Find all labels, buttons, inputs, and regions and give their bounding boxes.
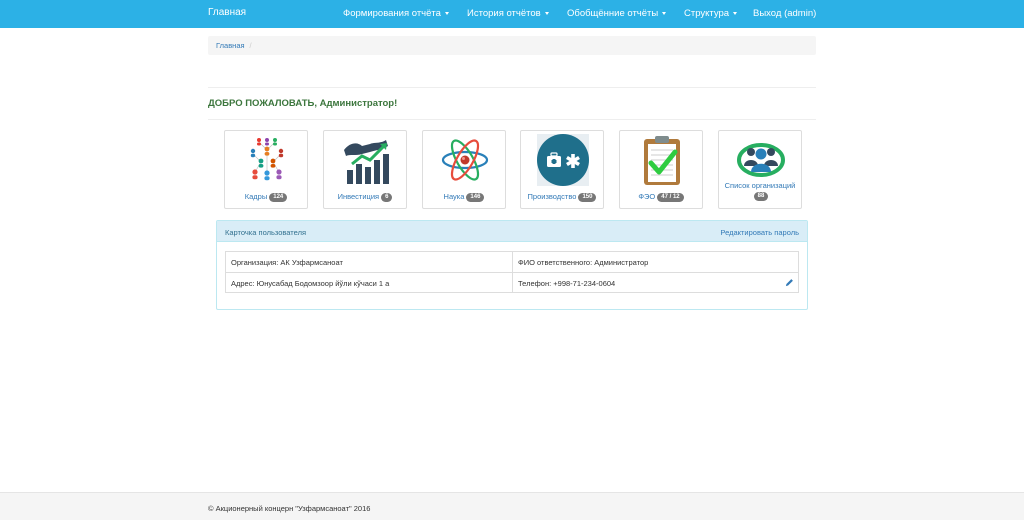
user-info-table: Организация: АК Узфармсаноат ФИО ответст… [225,251,799,293]
footer: © Акционерный концерн "Узфармсаноат" 201… [0,492,1024,520]
table-row: Организация: АК Узфармсаноат ФИО ответст… [226,252,798,272]
nav-logout[interactable]: Выход (admin) [753,8,816,19]
tile-production-count: 150 [578,193,597,202]
phone-text: Телефон: +998-71-234-0604 [518,279,616,288]
nav-structure-label: Структура [684,8,730,19]
tile-staff-label: Кадры [244,192,268,201]
breadcrumb-separator: / [249,41,252,50]
tile-science[interactable]: Наука 146 [422,130,506,209]
pencil-icon[interactable] [785,278,794,287]
user-card-title: Карточка пользователя [225,228,307,237]
tile-investment-label: Инвестиция [337,192,380,201]
user-card-panel: Карточка пользователя Редактировать паро… [216,220,808,310]
tile-production-label: Производство [527,192,577,201]
user-card-header: Карточка пользователя Редактировать паро… [217,221,807,242]
address-cell: Адрес: Юнусабад Бодомзоор йўли кўчаси 1 … [231,279,390,288]
nav-summary-reports[interactable]: Обобщённие отчёты [567,8,667,19]
tile-feo-caption: ФЭО 47 / 12 [620,192,702,202]
tile-production[interactable]: Производство 150 [520,130,604,209]
divider [208,119,816,120]
welcome-heading: ДОБРО ПОЖАЛОВАТЬ, Администратор! [208,98,398,109]
atom-icon [441,139,489,181]
tile-staff-caption: Кадры 124 [225,192,307,202]
nav-structure[interactable]: Структура [684,8,738,19]
chevron-down-icon [544,11,549,15]
clipboard-check-icon [644,136,680,185]
breadcrumb: Главная / [208,36,816,55]
tile-organizations-label: Список организаций [724,181,796,190]
tile-staff[interactable]: Кадры 124 [224,130,308,209]
tile-science-caption: Наука 146 [423,192,505,202]
edit-password-link[interactable]: Редактировать пароль [720,228,799,237]
chevron-down-icon [733,11,738,15]
tile-science-count: 146 [466,193,485,202]
medical-kit-icon [537,134,589,186]
tile-production-caption: Производство 150 [521,192,603,202]
organization-group-icon [737,143,785,177]
nav-report-forming[interactable]: Формирования отчёта [343,8,449,19]
tile-investment-count: 6 [381,193,393,202]
table-row: Адрес: Юнусабад Бодомзоор йўли кўчаси 1 … [226,272,798,292]
investment-chart-icon [344,140,389,184]
top-navbar: Главная Формирования отчёта История отчё… [0,0,1024,28]
tile-investment-caption: Инвестиция 6 [324,192,406,202]
tile-investment[interactable]: Инвестиция 6 [323,130,407,209]
phone-cell: Телефон: +998-71-234-0604 [512,273,798,292]
tile-feo[interactable]: ФЭО 47 / 12 [619,130,703,209]
nav-report-history[interactable]: История отчётов [467,8,549,19]
chevron-down-icon [662,11,667,15]
navbar-brand[interactable]: Главная [208,7,246,18]
chevron-down-icon [444,11,449,15]
tile-organizations-caption: Список организаций 88 [719,181,801,201]
tile-feo-count: 47 / 12 [657,193,684,202]
nav-report-history-label: История отчётов [467,8,541,19]
tile-staff-count: 124 [269,193,288,202]
nav-report-forming-label: Формирования отчёта [343,8,441,19]
responsible-cell: ФИО ответственного: Администратор [512,252,798,272]
organization-cell: Организация: АК Узфармсаноат [231,258,343,267]
tile-science-label: Наука [443,192,465,201]
footer-copyright: © Акционерный концерн "Узфармсаноат" 201… [208,504,371,513]
breadcrumb-home[interactable]: Главная [216,41,245,50]
tile-organizations-count: 88 [753,192,769,201]
tile-feo-label: ФЭО [638,192,656,201]
tile-organizations[interactable]: Список организаций 88 [718,130,802,209]
nav-summary-reports-label: Обобщённие отчёты [567,8,659,19]
people-network-icon [250,138,284,181]
divider [208,87,816,88]
